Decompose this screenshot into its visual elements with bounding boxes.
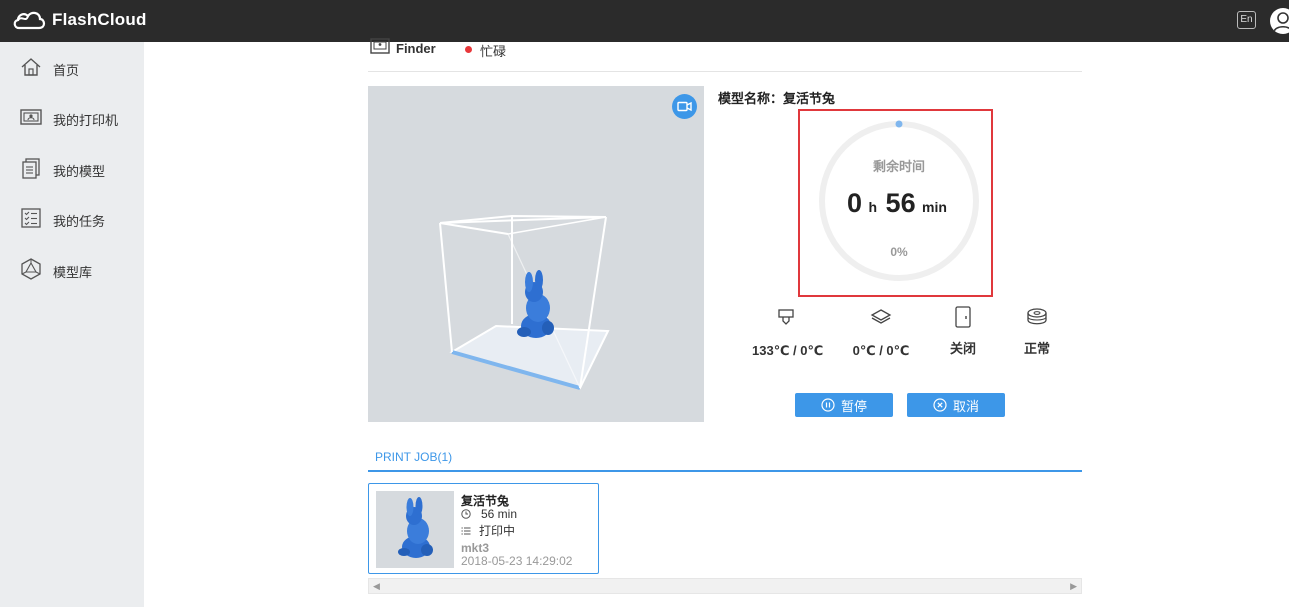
scroll-left-arrow-icon[interactable]: ◀ [373,581,380,592]
sidebar-item-label: 我的打印机 [53,113,119,128]
bed-temperature-value: 0℃ / 0℃ [852,343,910,358]
bunny-thumbnail [398,497,433,558]
sidebar-item-label: 首页 [53,63,80,78]
door-icon [955,306,971,328]
cloud-logo-icon [13,11,46,30]
bed-temperature: 0℃ / 0℃ [852,306,910,359]
printer-header: Finder 忙碌 [368,38,1082,72]
filament-status: 正常 [1022,306,1052,357]
minutes-unit: min [922,199,947,215]
sidebar-item-printers[interactable]: 我的打印机 [0,100,144,134]
model-library-icon [21,258,41,280]
hours-value: 0 [847,188,863,218]
remaining-time-label: 剩余时间 [872,159,925,174]
brand-logo[interactable]: FlashCloud [12,9,147,31]
nozzle-temperature-value: 133℃ / 0℃ [752,343,824,358]
filament-spool-icon [1027,308,1047,325]
sidebar-item-label: 模型库 [53,265,93,280]
remaining-time: 0 h 56 min [818,188,980,219]
sidebar-item-model-library[interactable]: 模型库 [0,252,144,286]
user-avatar-button[interactable] [1270,8,1289,34]
status-dot [465,46,472,53]
nozzle-temperature: 133℃ / 0℃ [752,306,824,359]
cancel-label: 取消 [952,398,979,414]
pause-button[interactable]: 暂停 [795,393,893,417]
job-duration-value: 56 min [481,507,518,521]
sidebar-item-tasks[interactable]: 我的任务 [0,201,144,235]
progress-percent: 0% [890,245,908,259]
camera-button[interactable] [672,94,697,119]
build-volume-illustration [439,214,610,390]
bed-layers-icon [870,309,892,324]
cancel-button[interactable]: 取消 [907,393,1005,417]
sidebar-item-models[interactable]: 我的模型 [0,151,144,185]
job-status-value: 打印中 [479,524,516,538]
cancel-icon [933,398,947,412]
printer-name: Finder [396,41,436,56]
minutes-value: 56 [885,188,916,218]
sidebar-item-label: 我的模型 [53,164,106,179]
hours-unit: h [868,199,878,215]
sidebar-item-label: 我的任务 [53,214,106,229]
home-icon [21,58,41,76]
filament-status-value: 正常 [1023,341,1050,356]
sidebar-item-home[interactable]: 首页 [0,50,144,84]
user-icon [1273,12,1289,33]
brand-name: FlashCloud [52,10,147,29]
top-bar: FlashCloud En [0,0,1289,42]
progress-indicator-dot [895,120,903,128]
pause-label: 暂停 [840,398,867,414]
door-status-value: 关闭 [949,341,976,356]
job-printer-name: mkt3 [461,541,490,555]
tab-print-job[interactable]: PRINT JOB(1) [375,450,452,464]
job-thumbnail [376,491,454,568]
scroll-right-arrow-icon[interactable]: ▶ [1070,581,1077,592]
model-3d-preview[interactable] [368,86,704,422]
bunny-model [517,270,554,338]
sidebar: 首页 我的打印机 我的模型 我的任务 模型库 [0,42,144,607]
print-job-card[interactable]: 复活节兔 56 min 打印中 mkt3 2018-05-23 14:29:02 [368,483,599,574]
nozzle-icon [778,309,794,325]
print-job-tabs: PRINT JOB(1) [368,446,1082,472]
job-duration: 56 min [461,507,517,521]
pause-icon [821,398,835,412]
model-name: 模型名称：复活节兔 [718,91,836,106]
language-button[interactable]: En [1237,11,1256,29]
video-camera-icon [677,101,692,112]
door-status: 关闭 [948,306,978,357]
printer-icon [370,38,390,54]
main-content [144,42,1289,607]
job-status: 打印中 [461,522,515,539]
printer-icon [20,109,42,125]
horizontal-scrollbar[interactable]: ◀ ▶ [368,578,1082,594]
tasks-icon [21,208,41,228]
printer-status: 忙碌 [480,44,507,59]
clock-icon [461,509,471,519]
list-icon [461,527,471,534]
job-date: 2018-05-23 14:29:02 [461,554,573,568]
models-icon [22,158,40,179]
